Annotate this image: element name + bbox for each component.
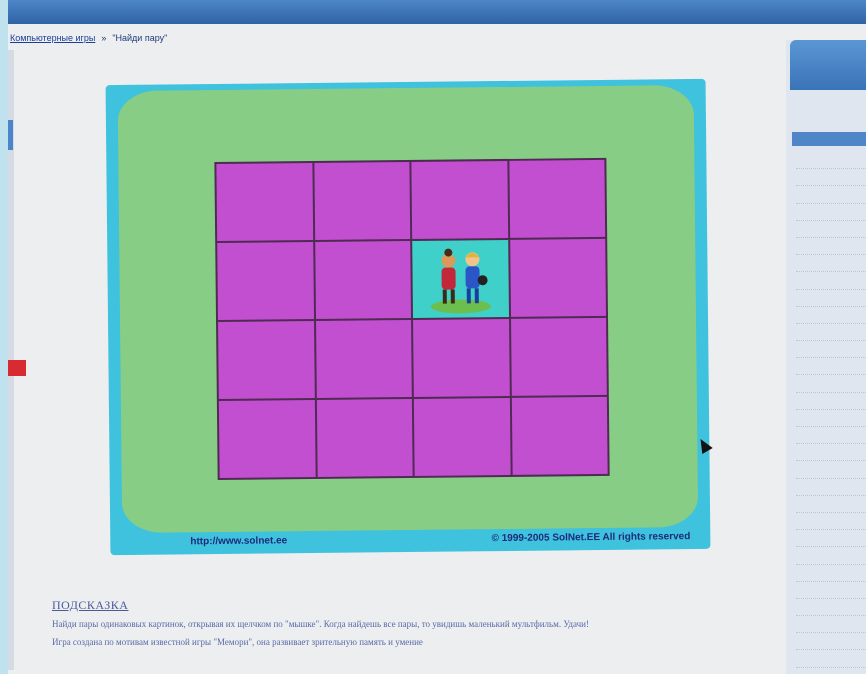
memory-card[interactable] (218, 320, 315, 399)
right-sidebar-link[interactable] (796, 513, 866, 531)
right-sidebar-link[interactable] (796, 565, 866, 582)
right-sidebar-link[interactable] (796, 461, 866, 479)
memory-card[interactable] (218, 399, 316, 478)
game-frame: http://www.solnet.ee © 1999-2005 SolNet.… (105, 78, 711, 556)
right-sidebar-link[interactable] (796, 307, 866, 324)
right-sidebar-subheader (792, 132, 866, 146)
right-sidebar-link[interactable] (796, 255, 866, 273)
game-field (117, 84, 699, 534)
breadcrumb: Компьютерные игры » "Найди пару" (8, 28, 780, 48)
right-sidebar-link[interactable] (796, 633, 866, 651)
right-sidebar-link[interactable] (796, 547, 866, 565)
right-sidebar-link[interactable] (796, 238, 866, 256)
right-sidebar-link[interactable] (796, 530, 866, 548)
right-sidebar-link[interactable] (796, 152, 866, 170)
breadcrumb-separator: » (101, 33, 107, 43)
memory-card[interactable] (217, 241, 314, 320)
right-sidebar-link[interactable] (796, 393, 866, 410)
memory-card[interactable] (508, 159, 606, 238)
right-sidebar-link[interactable] (796, 186, 866, 204)
memory-card[interactable] (216, 162, 313, 241)
memory-board (214, 157, 610, 481)
memory-card[interactable] (315, 319, 412, 398)
right-sidebar-list (796, 152, 866, 668)
right-sidebar-link[interactable] (796, 324, 866, 342)
memory-card[interactable] (413, 318, 510, 397)
memory-card[interactable] (510, 317, 607, 396)
memory-card-open[interactable] (412, 239, 509, 318)
right-sidebar-link[interactable] (796, 599, 866, 617)
footer-url-link[interactable]: http://www.solnet.ee (190, 535, 287, 547)
right-sidebar-link[interactable] (796, 204, 866, 221)
nav-item[interactable] (26, 7, 29, 18)
right-sidebar-link[interactable] (796, 290, 866, 307)
right-sidebar-link[interactable] (796, 169, 866, 187)
memory-card[interactable] (509, 238, 606, 317)
right-sidebar-link[interactable] (796, 479, 866, 496)
right-sidebar-link[interactable] (796, 358, 866, 376)
breadcrumb-current: "Найди пару" (112, 33, 168, 43)
hint-section: ПОДСКАЗКА Найди пары одинаковых картинок… (52, 598, 772, 649)
hint-text-2: Игра создана по мотивам известной игры "… (52, 637, 423, 647)
right-sidebar-link[interactable] (796, 221, 866, 238)
memory-card[interactable] (316, 398, 413, 477)
two-children-picture-icon (430, 248, 491, 313)
right-sidebar-link[interactable] (796, 427, 866, 445)
breadcrumb-parent-link[interactable]: Компьютерные игры (10, 33, 95, 43)
right-sidebar-link[interactable] (796, 375, 866, 393)
memory-card[interactable] (511, 396, 608, 475)
right-sidebar-link[interactable] (796, 341, 866, 359)
hint-text: Найди пары одинаковых картинок, открывая… (52, 619, 589, 629)
right-sidebar (786, 40, 866, 674)
right-sidebar-link[interactable] (796, 496, 866, 513)
memory-card[interactable] (411, 160, 508, 239)
right-sidebar-header (790, 40, 866, 90)
left-sidebar-accent (8, 120, 13, 150)
footer-copyright: © 1999-2005 SolNet.EE All rights reserve… (491, 530, 691, 544)
right-sidebar-link[interactable] (796, 410, 866, 427)
right-sidebar-link[interactable] (796, 616, 866, 634)
hint-title: ПОДСКАЗКА (52, 598, 129, 612)
right-sidebar-link[interactable] (796, 444, 866, 462)
top-navigation (8, 0, 866, 24)
right-sidebar-link[interactable] (796, 272, 866, 290)
memory-card[interactable] (413, 397, 511, 476)
right-sidebar-link[interactable] (796, 582, 866, 599)
right-sidebar-link[interactable] (796, 650, 866, 668)
left-sidebar-red-marker[interactable] (8, 360, 26, 376)
browser-screen: Компьютерные игры » "Найди пару" http://… (8, 0, 866, 674)
memory-card[interactable] (313, 161, 411, 240)
memory-card[interactable] (314, 240, 412, 319)
